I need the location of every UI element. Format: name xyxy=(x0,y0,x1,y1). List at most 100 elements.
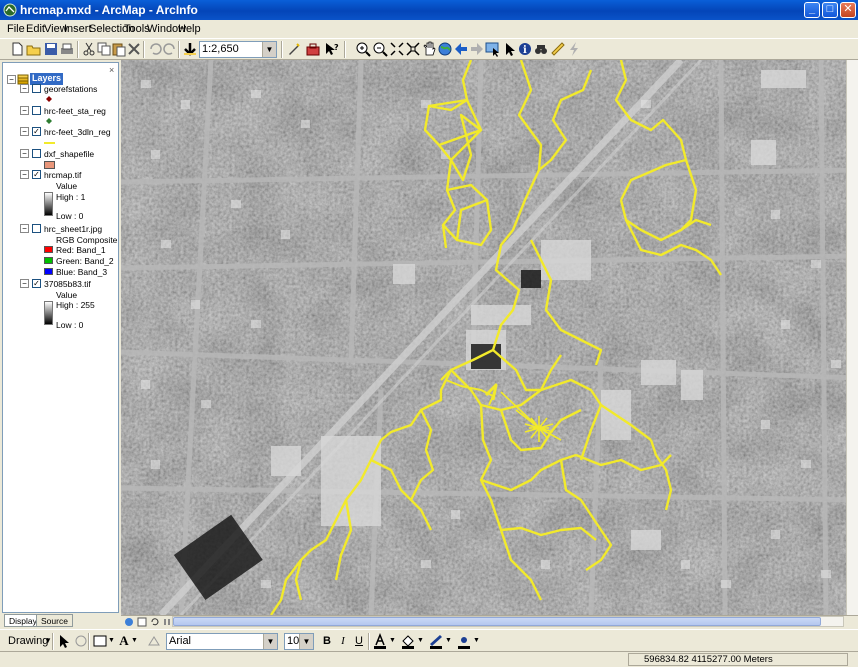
chevron-down-icon[interactable]: ▼ xyxy=(44,636,52,645)
menu-file[interactable]: File xyxy=(7,23,25,35)
back-extent-icon[interactable] xyxy=(453,41,469,57)
close-button[interactable]: ✕ xyxy=(840,2,856,18)
drawing-menu-button[interactable]: Drawing xyxy=(8,635,48,647)
chevron-down-icon[interactable]: ▼ xyxy=(445,637,452,644)
zoom-out-icon[interactable] xyxy=(372,41,388,57)
forward-extent-icon[interactable] xyxy=(469,41,485,57)
edit-vertices-icon[interactable] xyxy=(146,633,162,649)
select-elements-icon[interactable] xyxy=(56,633,72,649)
layer-expander[interactable]: − xyxy=(20,149,29,158)
layer-name-hrcmap-tif[interactable]: hrcmap.tif xyxy=(44,170,81,180)
marker-color-icon[interactable] xyxy=(456,633,472,649)
menu-edit[interactable]: Edit xyxy=(26,23,45,35)
layer-expander[interactable]: − xyxy=(20,106,29,115)
pan-icon[interactable] xyxy=(421,41,437,57)
title-bar[interactable]: hrcmap.mxd - ArcMap - ArcInfo _ □ ✕ xyxy=(0,0,858,20)
save-icon[interactable] xyxy=(43,41,59,57)
layer-visibility-checkbox-georefstations[interactable] xyxy=(32,84,41,93)
open-folder-icon[interactable] xyxy=(26,41,42,57)
font-size-combobox[interactable]: 10 ▼ xyxy=(284,633,314,650)
editor-icon[interactable] xyxy=(286,41,302,57)
whats-this-icon[interactable]: ? xyxy=(323,41,339,57)
legend-title: Value xyxy=(56,290,78,300)
hyperlink-icon[interactable] xyxy=(566,41,582,57)
maximize-button[interactable]: □ xyxy=(822,2,838,18)
refresh-view-icon[interactable] xyxy=(150,617,160,627)
copy-icon[interactable] xyxy=(96,41,112,57)
toc-close-button[interactable]: × xyxy=(109,65,114,75)
toolbar-separator xyxy=(143,41,145,58)
layers-expander[interactable]: − xyxy=(7,75,16,84)
layer-name-dxf-shapefile[interactable]: dxf_shapefile xyxy=(44,149,94,159)
layer-expander[interactable]: − xyxy=(20,224,29,233)
add-data-icon[interactable] xyxy=(182,41,198,57)
font-color-icon[interactable] xyxy=(372,633,388,649)
layer-visibility-checkbox-hrcmap-tif[interactable]: ✓ xyxy=(32,170,41,179)
layer-name-hrc-sheet1r-jpg[interactable]: hrc_sheet1r.jpg xyxy=(44,224,102,234)
layout-view-icon[interactable] xyxy=(137,617,147,627)
data-view-icon[interactable] xyxy=(124,617,134,627)
menu-help[interactable]: Help xyxy=(178,23,201,35)
chevron-down-icon[interactable]: ▼ xyxy=(389,637,396,644)
chevron-down-icon[interactable]: ▼ xyxy=(299,634,313,649)
zoom-in-icon[interactable] xyxy=(355,41,371,57)
pause-drawing-icon[interactable] xyxy=(162,617,172,627)
undo-icon[interactable] xyxy=(147,41,163,57)
bold-button[interactable]: B xyxy=(320,634,334,648)
fill-color-icon[interactable] xyxy=(400,633,416,649)
layer-name-37085b83-tif[interactable]: 37085b83.tif xyxy=(44,279,91,289)
select-features-icon[interactable] xyxy=(485,41,501,57)
rectangle-tool-icon[interactable] xyxy=(92,633,108,649)
map-view[interactable] xyxy=(121,60,858,615)
rotate-icon[interactable] xyxy=(73,633,89,649)
paste-icon[interactable] xyxy=(111,41,127,57)
layer-name-hrc-feet-sta-reg[interactable]: hrc-feet_sta_reg xyxy=(44,106,106,116)
layer-visibility-checkbox-hrc-sheet1r-jpg[interactable] xyxy=(32,224,41,233)
fixed-zoom-in-icon[interactable] xyxy=(389,41,405,57)
table-of-contents[interactable]: × xyxy=(2,62,119,613)
layer-expander[interactable]: − xyxy=(20,127,29,136)
measure-icon[interactable] xyxy=(550,41,566,57)
layer-expander[interactable]: − xyxy=(20,279,29,288)
italic-button[interactable]: I xyxy=(336,634,350,648)
line-color-icon[interactable] xyxy=(428,633,444,649)
chevron-down-icon[interactable]: ▼ xyxy=(131,637,138,644)
fixed-zoom-out-icon[interactable] xyxy=(405,41,421,57)
layer-visibility-checkbox-hrc-feet-3dln-reg[interactable]: ✓ xyxy=(32,127,41,136)
tab-source[interactable]: Source xyxy=(36,614,73,627)
chevron-down-icon[interactable]: ▼ xyxy=(263,634,277,649)
horizontal-scroll-thumb[interactable] xyxy=(173,617,821,626)
chevron-down-icon[interactable]: ▼ xyxy=(473,637,480,644)
identify-icon[interactable]: i xyxy=(517,41,533,57)
new-document-icon[interactable] xyxy=(9,41,25,57)
layer-visibility-checkbox-37085b83-tif[interactable]: ✓ xyxy=(32,279,41,288)
chevron-down-icon[interactable]: ▼ xyxy=(108,637,115,644)
vertical-scrollbar[interactable] xyxy=(846,60,858,615)
layer-expander[interactable]: − xyxy=(20,170,29,179)
toolbar-separator xyxy=(344,41,346,58)
chevron-down-icon[interactable]: ▼ xyxy=(262,42,276,57)
print-icon[interactable] xyxy=(59,41,75,57)
map-scale-combobox[interactable]: 1:2,650 ▼ xyxy=(199,41,277,58)
text-tool-button[interactable]: A xyxy=(117,634,131,648)
layer-name-georefstations[interactable]: georefstations xyxy=(44,84,97,94)
select-elements-icon[interactable] xyxy=(502,41,518,57)
menu-tools[interactable]: Tools xyxy=(124,23,150,35)
font-name-combobox[interactable]: Arial ▼ xyxy=(166,633,278,650)
menu-insert[interactable]: Insert xyxy=(64,23,92,35)
find-icon[interactable] xyxy=(533,41,549,57)
layer-name-hrc-feet-3dln-reg[interactable]: hrc-feet_3dln_reg xyxy=(44,127,111,137)
aerial-photo-map[interactable] xyxy=(121,60,858,615)
layer-visibility-checkbox-dxf-shapefile[interactable] xyxy=(32,149,41,158)
horizontal-scrollbar[interactable] xyxy=(172,616,844,627)
arc-toolbox-icon[interactable] xyxy=(305,41,321,57)
layer-visibility-checkbox-hrc-feet-sta-reg[interactable] xyxy=(32,106,41,115)
full-extent-icon[interactable] xyxy=(437,41,453,57)
minimize-button[interactable]: _ xyxy=(804,2,820,18)
delete-icon[interactable] xyxy=(126,41,142,57)
layer-expander[interactable]: − xyxy=(20,84,29,93)
redo-icon[interactable] xyxy=(162,41,178,57)
chevron-down-icon[interactable]: ▼ xyxy=(417,637,424,644)
underline-button[interactable]: U xyxy=(352,634,366,648)
cut-icon[interactable] xyxy=(81,41,97,57)
